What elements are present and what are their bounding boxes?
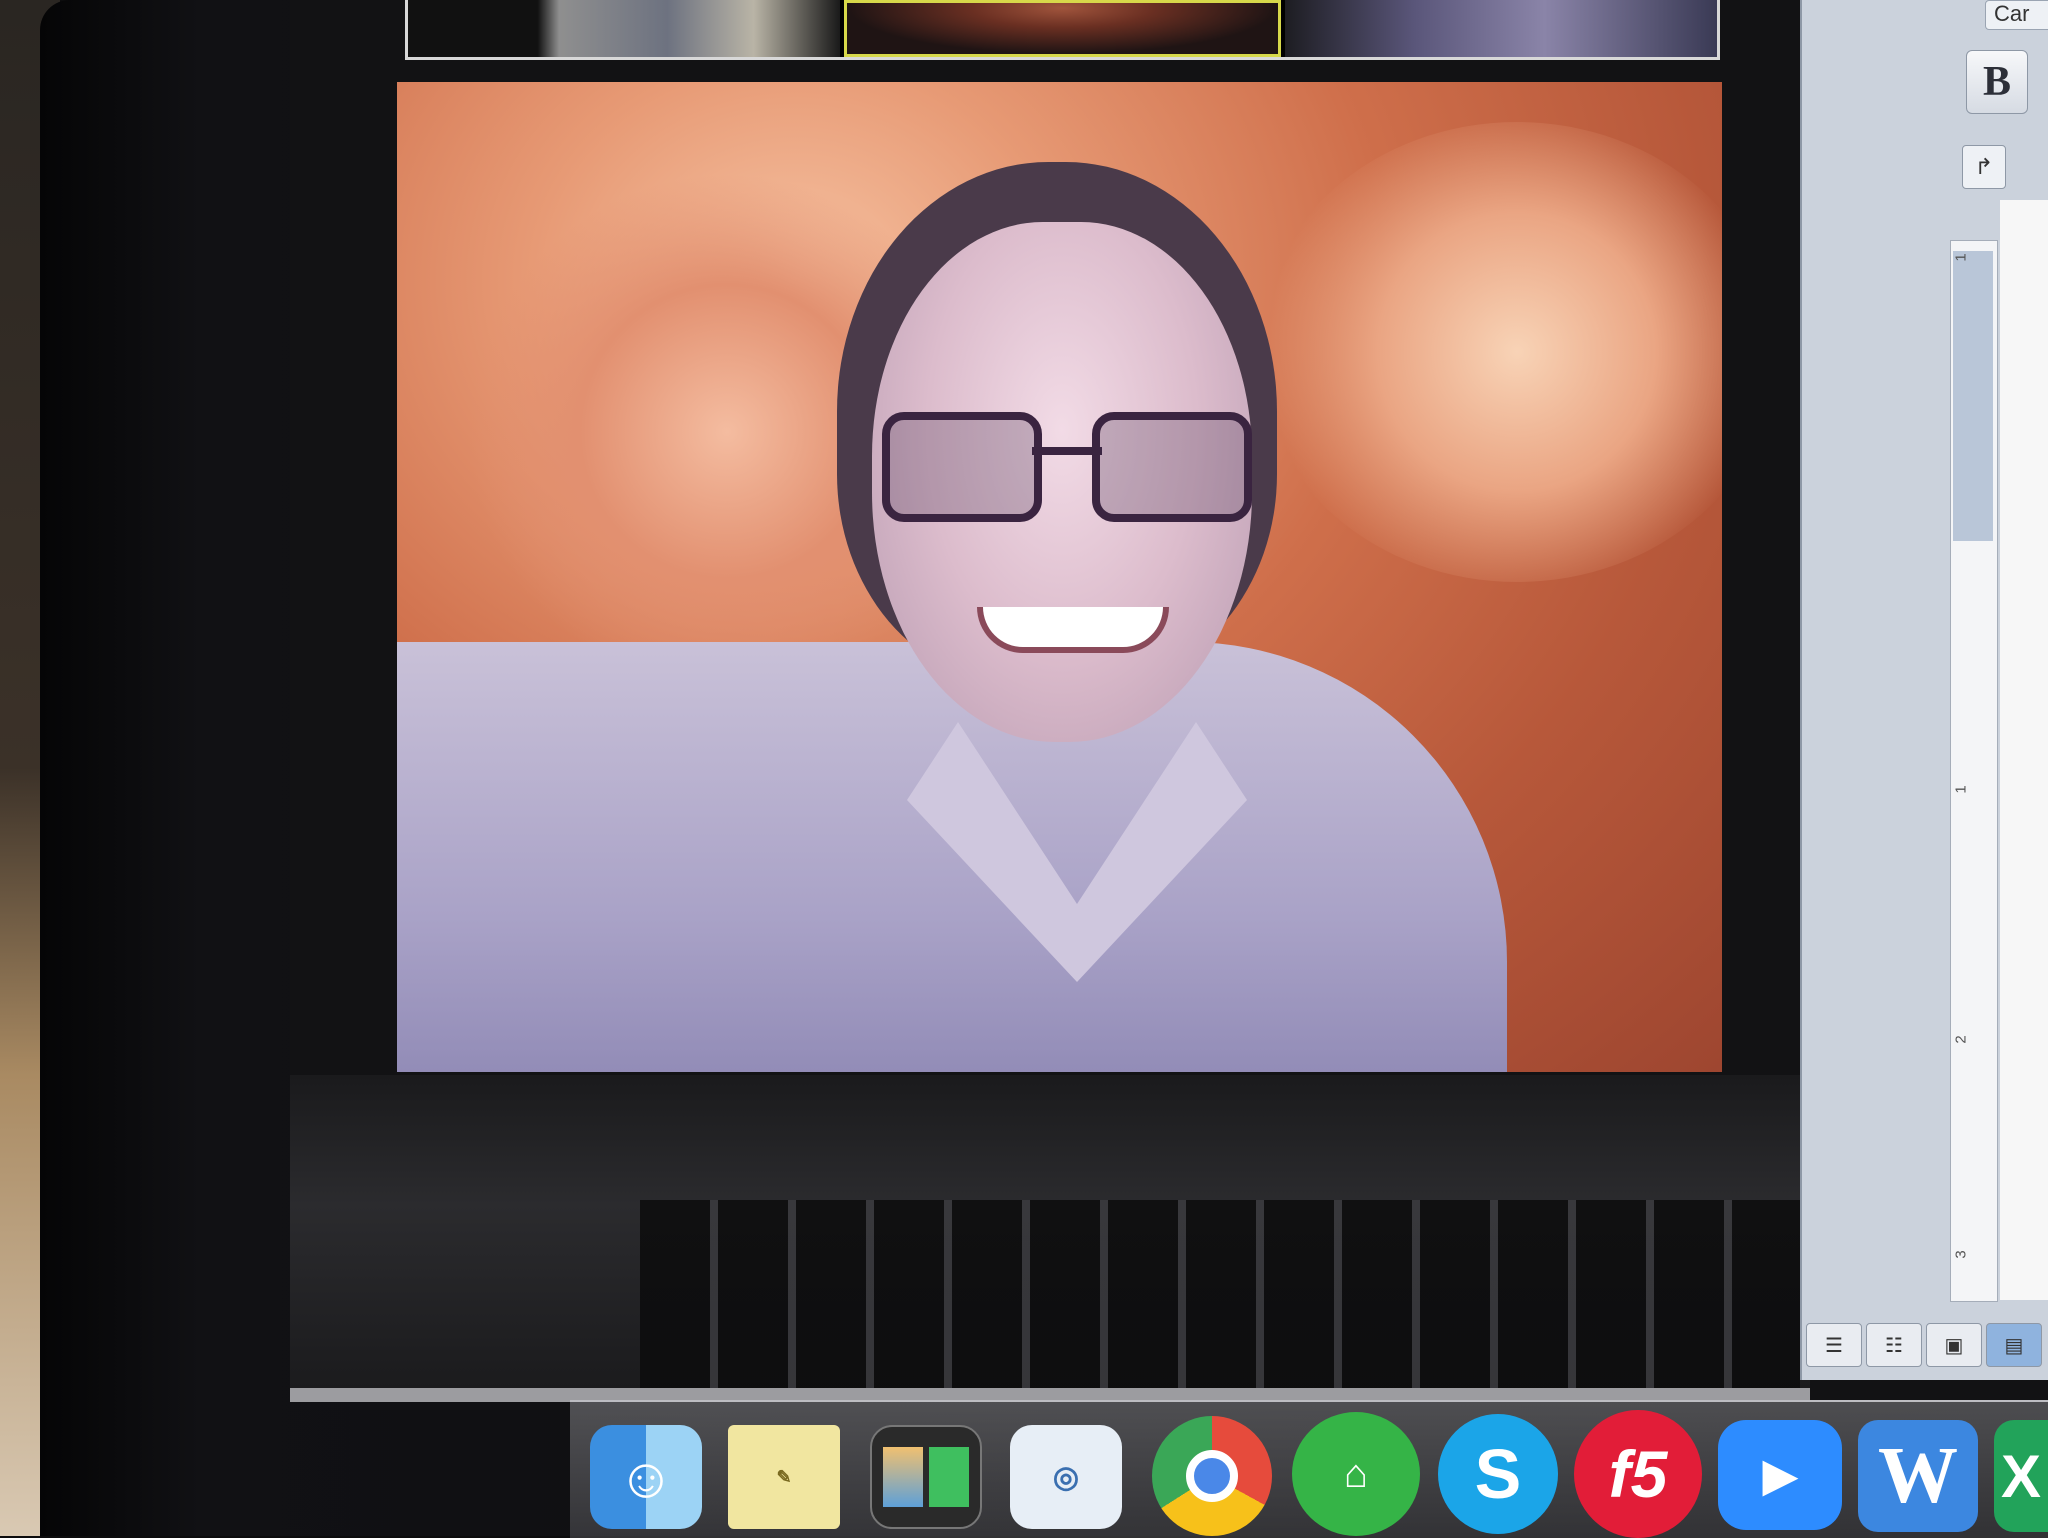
preview-icon[interactable]: ◎: [1010, 1425, 1122, 1529]
indent-icon[interactable]: ↱: [1962, 145, 2006, 189]
glasses-lens: [882, 412, 1042, 522]
glasses-lens: [1092, 412, 1252, 522]
ruler-margin-highlight: [1953, 251, 1993, 541]
word-icon[interactable]: W: [1858, 1420, 1978, 1532]
participant-video: [777, 162, 1377, 1072]
main-video-tile: [397, 82, 1722, 1072]
toolbar-dropdown[interactable]: Car: [1985, 0, 2048, 30]
glasses: [882, 412, 1262, 522]
print-layout-view-icon[interactable]: ▤: [1986, 1323, 2042, 1367]
photo-booth-icon[interactable]: [870, 1425, 982, 1529]
excel-icon[interactable]: X: [1994, 1420, 2048, 1532]
f5-icon[interactable]: f5: [1574, 1410, 1702, 1538]
sweater-collar: [907, 722, 1247, 982]
stickies-icon[interactable]: ✎: [728, 1425, 840, 1529]
vertical-ruler: 1 1 2 3: [1950, 240, 1998, 1302]
keyboard-reflection: [640, 1200, 1800, 1390]
ruler-mark: 1: [1952, 785, 1970, 794]
document-page[interactable]: [2000, 200, 2048, 1300]
participant-thumbnail[interactable]: [408, 0, 840, 57]
participant-smile: [977, 607, 1169, 653]
view-buttons: ☰ ☷ ▣ ▤: [1806, 1323, 2048, 1367]
outline-view-icon[interactable]: ☷: [1866, 1323, 1922, 1367]
finder-icon[interactable]: ☺: [590, 1425, 702, 1529]
bold-button[interactable]: B: [1966, 50, 2028, 114]
draft-view-icon[interactable]: ☰: [1806, 1323, 1862, 1367]
zoom-camera-icon[interactable]: ▶: [1718, 1420, 1842, 1530]
publishing-view-icon[interactable]: ▣: [1926, 1323, 1982, 1367]
photo-strip: [883, 1447, 923, 1507]
keynote-icon[interactable]: ⌂: [1292, 1412, 1420, 1536]
skype-icon[interactable]: S: [1438, 1414, 1558, 1534]
participant-thumbnail[interactable]: [1285, 0, 1718, 57]
participant-thumbnail-active-speaker[interactable]: [843, 0, 1282, 57]
photo-strip: [929, 1447, 969, 1507]
chrome-icon[interactable]: [1152, 1416, 1272, 1536]
ruler-mark: 2: [1952, 1035, 1970, 1044]
ruler-mark: 3: [1952, 1250, 1970, 1259]
participant-thumbnail-strip: [405, 0, 1720, 60]
ruler-mark: 1: [1952, 253, 1970, 262]
chrome-center: [1186, 1450, 1238, 1502]
